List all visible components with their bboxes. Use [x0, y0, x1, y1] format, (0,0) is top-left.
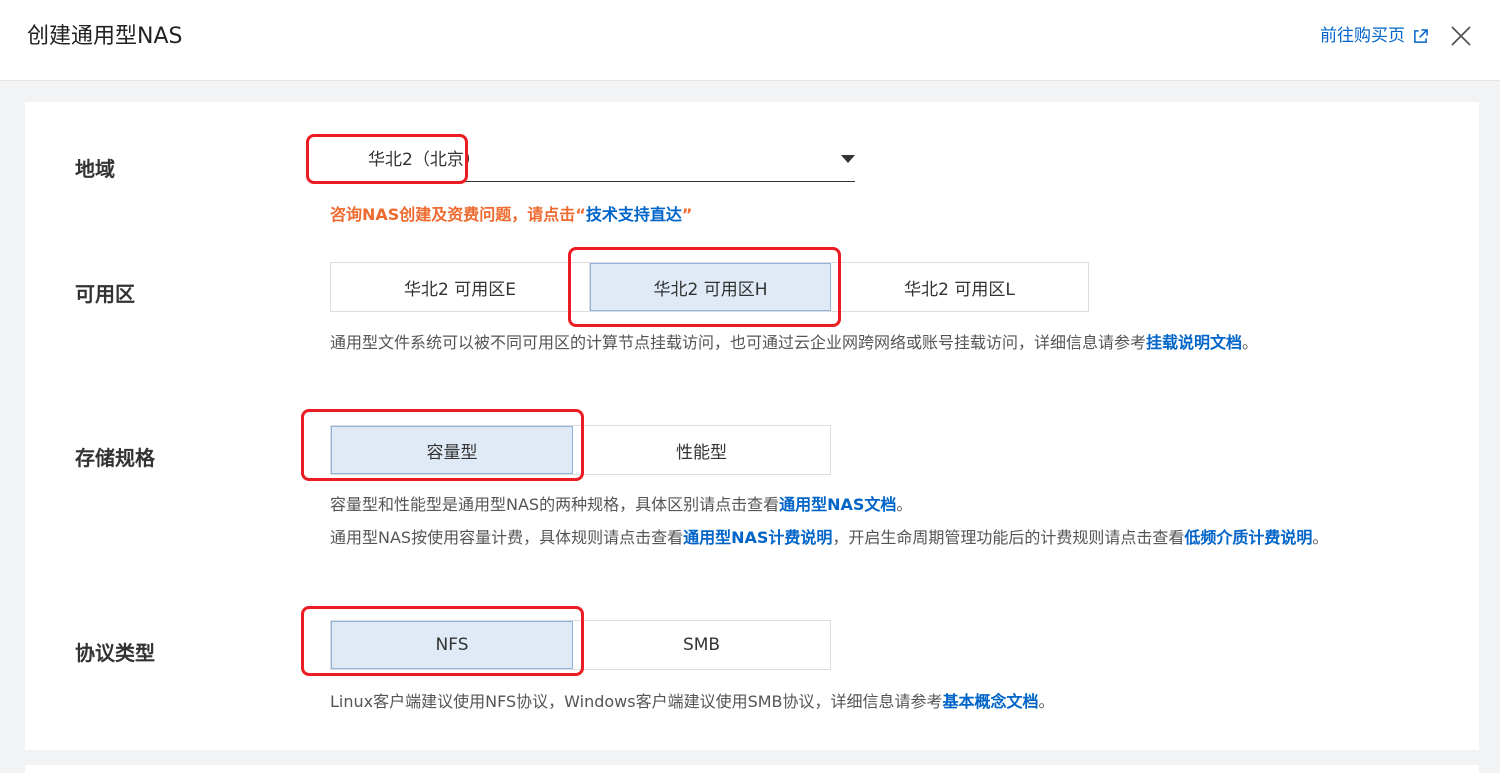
region-hint-suffix: ” — [681, 205, 693, 224]
close-icon[interactable] — [1449, 24, 1473, 48]
external-link-icon — [1414, 28, 1428, 43]
protocol-desc-text: Linux客户端建议使用NFS协议，Windows客户端建议使用SMB协议，详细… — [330, 692, 943, 711]
next-section-card — [25, 765, 1479, 773]
zone-desc-text: 通用型文件系统可以被不同可用区的计算节点挂载访问，也可通过云企业网跨网络或账号挂… — [330, 333, 1147, 352]
protocol-description: Linux客户端建议使用NFS协议，Windows客户端建议使用SMB协议，详细… — [330, 687, 1440, 717]
protocol-option-nfs[interactable]: NFS — [331, 621, 573, 669]
storage-option-performance[interactable]: 性能型 — [573, 426, 830, 474]
form-card: 地域 华北2（北京） 咨询NAS创建及资费问题，请点击“技术支持直达” 可用区 … — [25, 102, 1479, 750]
mount-doc-link[interactable]: 挂载说明文档 — [1146, 333, 1242, 352]
dialog-header: 创建通用型NAS 前往购买页 — [0, 0, 1500, 81]
protocol-option-smb[interactable]: SMB — [573, 621, 830, 669]
low-freq-billing-link[interactable]: 低频介质计费说明 — [1184, 528, 1312, 547]
region-select-value: 华北2（北京） — [368, 150, 481, 170]
protocol-label: 协议类型 — [75, 641, 155, 665]
zone-label: 可用区 — [75, 282, 135, 306]
storage-description-1: 容量型和性能型是通用型NAS的两种规格，具体区别请点击查看通用型NAS文档。 — [330, 490, 1440, 520]
zone-selector: 华北2 可用区E 华北2 可用区H 华北2 可用区L — [330, 262, 1089, 312]
region-hint: 咨询NAS创建及资费问题，请点击“技术支持直达” — [330, 203, 692, 227]
zone-option-l[interactable]: 华北2 可用区L — [831, 263, 1088, 311]
buy-page-link-label: 前往购买页 — [1320, 26, 1405, 46]
storage-desc1-end: 。 — [896, 495, 913, 514]
zone-option-h[interactable]: 华北2 可用区H — [590, 263, 831, 311]
storage-label: 存储规格 — [75, 446, 155, 470]
tech-support-link[interactable]: 技术支持直达 — [586, 205, 682, 224]
protocol-desc-end: 。 — [1038, 692, 1055, 711]
page-title: 创建通用型NAS — [27, 24, 183, 49]
nas-billing-link[interactable]: 通用型NAS计费说明 — [683, 528, 832, 547]
buy-page-link[interactable]: 前往购买页 — [1320, 24, 1428, 48]
storage-selector: 容量型 性能型 — [330, 425, 831, 475]
concept-doc-link[interactable]: 基本概念文档 — [943, 692, 1039, 711]
protocol-selector: NFS SMB — [330, 620, 831, 670]
storage-desc1-text: 容量型和性能型是通用型NAS的两种规格，具体区别请点击查看 — [330, 495, 780, 514]
nas-doc-link[interactable]: 通用型NAS文档 — [779, 495, 896, 514]
zone-desc-end: 。 — [1242, 333, 1259, 352]
storage-description-2: 通用型NAS按使用容量计费，具体规则请点击查看通用型NAS计费说明，开启生命周期… — [330, 523, 1440, 553]
storage-desc2-mid: ，开启生命周期管理功能后的计费规则请点击查看 — [832, 528, 1185, 547]
region-hint-prefix: 咨询NAS创建及资费问题，请点击“ — [330, 205, 586, 224]
region-select[interactable]: 华北2（北京） — [330, 138, 855, 182]
storage-desc2-text: 通用型NAS按使用容量计费，具体规则请点击查看 — [330, 528, 684, 547]
storage-desc2-end: 。 — [1312, 528, 1329, 547]
region-label: 地域 — [75, 157, 115, 181]
zone-option-e[interactable]: 华北2 可用区E — [331, 263, 590, 311]
zone-description: 通用型文件系统可以被不同可用区的计算节点挂载访问，也可通过云企业网跨网络或账号挂… — [330, 328, 1440, 358]
caret-down-icon — [841, 155, 855, 163]
storage-option-capacity[interactable]: 容量型 — [331, 426, 573, 474]
